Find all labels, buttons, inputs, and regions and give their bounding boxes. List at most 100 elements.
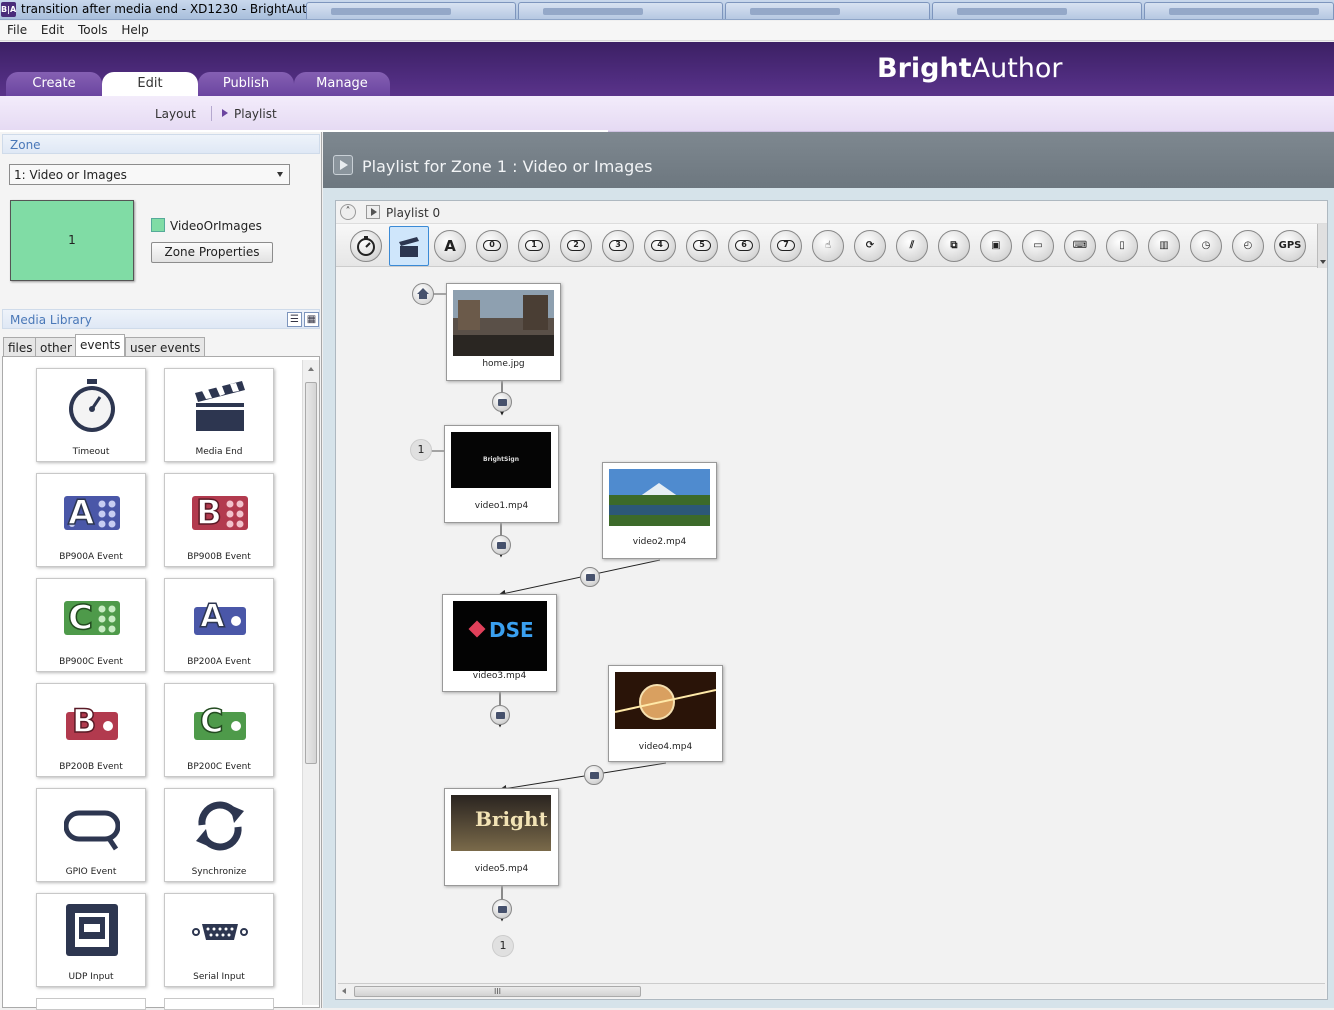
tile-label: Media End (195, 447, 243, 457)
media-end-transition-icon[interactable] (492, 899, 512, 919)
playlist-play-icon[interactable] (366, 205, 380, 219)
library-tab-files[interactable]: files (3, 337, 38, 357)
dse-logo-icon (468, 620, 486, 638)
keyboard-event-icon[interactable]: ⌨ (1064, 230, 1096, 262)
window-title-bar: B|A transition after media end - XD1230 … (0, 0, 1334, 20)
button-0-icon[interactable]: 0 (476, 230, 508, 262)
zone-dropdown[interactable]: 1: Video or Images (9, 164, 290, 185)
touch-event-icon[interactable]: ☝ (812, 230, 844, 262)
tab-publish[interactable]: Publish (198, 72, 294, 96)
library-tile-bp200b[interactable]: B BP200B Event (36, 683, 146, 777)
library-tile-bp900a[interactable]: A BP900A Event (36, 473, 146, 567)
menu-tools[interactable]: Tools (78, 21, 108, 37)
library-tile-timeout[interactable]: Timeout (36, 368, 146, 462)
tab-create[interactable]: Create (6, 72, 102, 96)
library-tile-media-end[interactable]: Media End (164, 368, 274, 462)
library-tile-bp900b[interactable]: B BP900B Event (164, 473, 274, 567)
barcode-event-icon[interactable]: ▥ (1148, 230, 1180, 262)
button-3-icon[interactable]: 3 (602, 230, 634, 262)
taskbar-tab[interactable] (306, 2, 516, 19)
sub-navigation: Layout Playlist (0, 96, 1334, 132)
button-5-icon[interactable]: 5 (686, 230, 718, 262)
media-end-transition-icon[interactable] (491, 535, 511, 555)
menu-help[interactable]: Help (121, 21, 148, 37)
gps-event-icon[interactable]: GPS (1274, 230, 1306, 262)
scroll-thumb[interactable]: III (354, 986, 641, 997)
library-tab-events[interactable]: events (75, 334, 126, 357)
library-tile-bp200c[interactable]: C BP200C Event (164, 683, 274, 777)
taskbar-tab[interactable] (1144, 2, 1334, 19)
taskbar-tab[interactable] (725, 2, 930, 19)
library-tile-udp-input[interactable]: UDP Input (36, 893, 146, 987)
playlist-header: Playlist for Zone 1 : Video or Images (323, 132, 1334, 188)
library-tile[interactable] (36, 998, 146, 1010)
timeclock-event-icon[interactable]: ◴ (1232, 230, 1264, 262)
bp-event-icon[interactable]: A (434, 230, 466, 262)
library-tile-bp200a[interactable]: A BP200A Event (164, 578, 274, 672)
zone-thumbnail[interactable]: 1 (10, 200, 134, 281)
library-tile-synchronize[interactable]: Synchronize (164, 788, 274, 882)
playlist-canvas: home.jpg 1 BrightSign video1.mp4 video2.… (336, 268, 1327, 983)
library-tile-gpio[interactable]: GPIO Event (36, 788, 146, 882)
playlist-panel: Playlist for Zone 1 : Video or Images ˄ … (323, 132, 1334, 1008)
media-end-transition-icon[interactable] (580, 567, 600, 587)
toolbar-overflow-icon[interactable] (1317, 224, 1327, 268)
home-icon[interactable] (412, 283, 434, 305)
scroll-left-icon[interactable] (342, 988, 346, 994)
media-end-transition-icon[interactable] (492, 392, 512, 412)
bright-logo-text: Bright (475, 807, 548, 831)
taskbar-tab[interactable] (932, 2, 1142, 19)
udp-event-icon[interactable]: ▣ (980, 230, 1012, 262)
scroll-up-icon[interactable] (308, 367, 314, 371)
media-end-transition-icon[interactable] (490, 705, 510, 725)
event-toolbar: A 0 1 2 3 4 5 6 7 ☝ ⟳ ⫽ ⧉ ▣ ▭ ⌨ ▯ ▥ ◷ ◴ … (336, 223, 1327, 268)
media-end-event-icon[interactable] (389, 226, 429, 266)
button-6-icon[interactable]: 6 (728, 230, 760, 262)
tab-edit[interactable]: Edit (102, 72, 198, 96)
subnav-playlist[interactable]: Playlist (234, 107, 277, 121)
button-1-icon[interactable]: 1 (518, 230, 550, 262)
playlist-item-home[interactable]: home.jpg (446, 283, 561, 381)
scroll-thumb[interactable] (305, 382, 317, 764)
zone-properties-button[interactable]: Zone Properties (151, 242, 273, 263)
timeout-event-icon[interactable] (350, 230, 382, 262)
library-scrollbar[interactable] (302, 360, 319, 1005)
menu-edit[interactable]: Edit (41, 21, 64, 37)
bp200b-icon: B (66, 701, 118, 741)
library-tab-user-events[interactable]: user events (125, 337, 206, 357)
playlist-item-video2[interactable]: video2.mp4 (602, 462, 717, 559)
button-4-icon[interactable]: 4 (644, 230, 676, 262)
library-tab-other[interactable]: other (35, 337, 77, 357)
playlist-item-video1[interactable]: BrightSign video1.mp4 (444, 425, 559, 523)
playlist-item-video4[interactable]: video4.mp4 (608, 665, 723, 762)
canvas-horizontal-scrollbar[interactable]: III (338, 983, 1325, 998)
wireless-event-icon[interactable]: ⫽ (896, 230, 928, 262)
playlist-item-video5[interactable]: Bright video5.mp4 (444, 788, 559, 886)
video-thumbnail (609, 469, 710, 526)
serial-event-icon[interactable]: ▭ (1022, 230, 1054, 262)
stopwatch-icon (69, 379, 115, 432)
zone-message-icon[interactable]: ⧉ (938, 230, 970, 262)
remote-event-icon[interactable]: ▯ (1106, 230, 1138, 262)
button-2-icon[interactable]: 2 (560, 230, 592, 262)
subnav-layout[interactable]: Layout (155, 107, 196, 121)
library-tile-bp900c[interactable]: C BP900C Event (36, 578, 146, 672)
sync-event-icon[interactable]: ⟳ (854, 230, 886, 262)
dse-logo-text: DSE (489, 618, 534, 642)
play-icon[interactable] (333, 155, 353, 175)
tile-label: BP900C Event (59, 657, 123, 667)
library-tile-serial-input[interactable]: Serial Input (164, 893, 274, 987)
grid-view-icon[interactable]: ▦ (304, 312, 319, 327)
taskbar-tab[interactable] (518, 2, 723, 19)
udp-icon (66, 904, 118, 956)
media-end-transition-icon[interactable] (584, 765, 604, 785)
video-time-event-icon[interactable]: ◷ (1190, 230, 1222, 262)
collapse-icon[interactable]: ˄ (340, 204, 356, 220)
menu-file[interactable]: File (7, 21, 27, 37)
tile-label: GPIO Event (65, 867, 117, 877)
button-7-icon[interactable]: 7 (770, 230, 802, 262)
tab-manage[interactable]: Manage (294, 72, 390, 96)
playlist-item-video3[interactable]: DSE video3.mp4 (442, 594, 557, 692)
library-tile[interactable] (164, 998, 274, 1010)
list-view-icon[interactable]: ☰ (287, 312, 302, 327)
